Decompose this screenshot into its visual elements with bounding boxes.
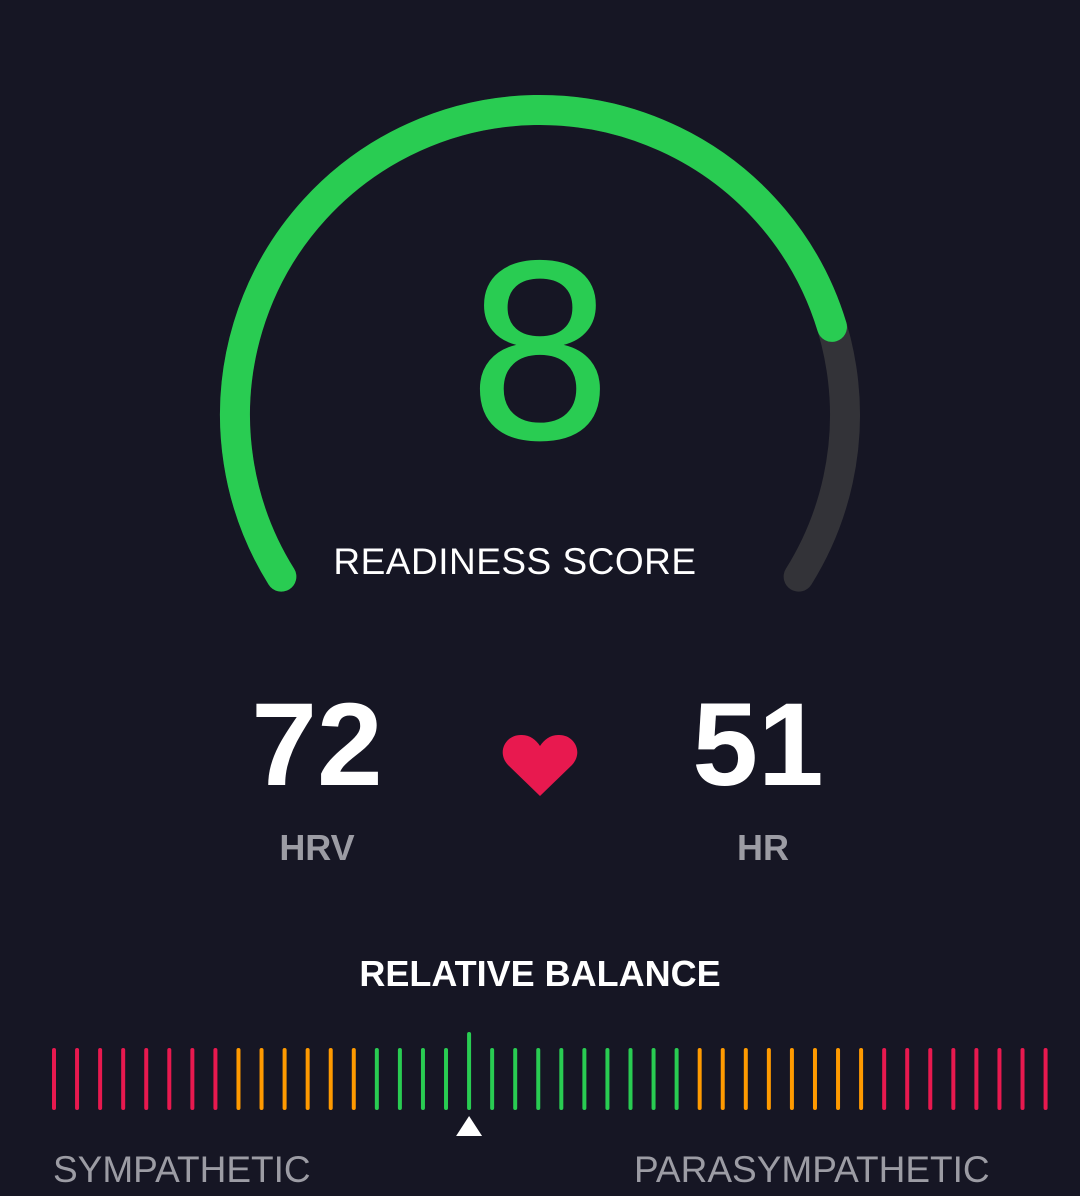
hrv-value: 72 [251,679,383,811]
relative-balance-title: RELATIVE BALANCE [359,953,721,994]
sympathetic-label: SYMPATHETIC [53,1149,311,1190]
readiness-score-label: READINESS SCORE [333,541,697,582]
hrv-label: HRV [279,827,355,868]
hr-value: 51 [692,679,824,811]
relative-balance-scale [52,1032,1048,1136]
hr-label: HR [737,827,789,868]
parasympathetic-label: PARASYMPATHETIC [634,1149,990,1190]
readiness-score-value: 8 [463,215,617,495]
balance-indicator-icon [456,1116,483,1136]
heart-icon [502,734,578,796]
